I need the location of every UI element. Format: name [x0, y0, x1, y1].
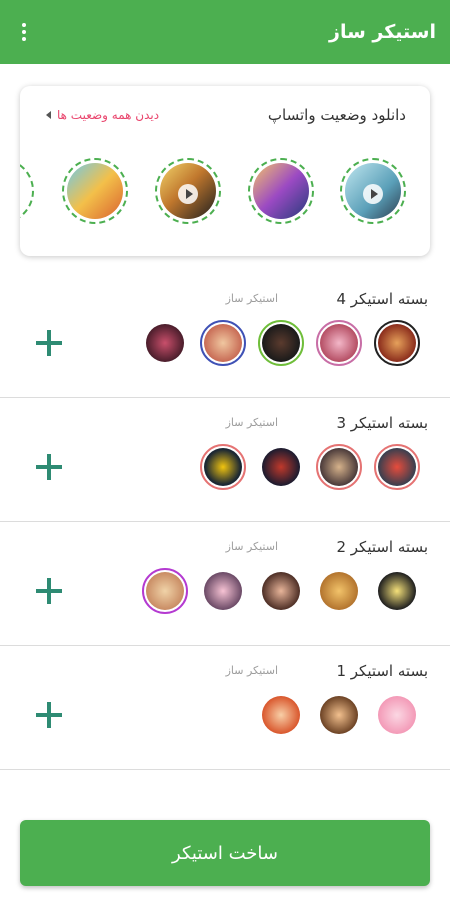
status-thumbnail[interactable]	[62, 158, 128, 224]
sticker-thumbnail	[200, 320, 246, 366]
pack-author: استیکر ساز	[225, 664, 278, 677]
pack-name: بسته استیکر 2	[336, 538, 428, 556]
sticker-thumbnail	[142, 320, 188, 366]
sticker-pack[interactable]: بسته استیکر 2 استیکر ساز	[0, 522, 450, 646]
status-thumbnail[interactable]	[155, 158, 221, 224]
sticker-thumbnail	[316, 692, 362, 738]
play-icon	[363, 183, 383, 204]
see-all-label: دیدن همه وضعیت ها	[57, 108, 160, 122]
play-icon	[178, 183, 198, 204]
pack-author: استیکر ساز	[225, 416, 278, 429]
sticker-thumbnail	[374, 568, 420, 614]
status-thumbnail[interactable]	[248, 158, 314, 224]
add-pack-icon[interactable]	[36, 702, 62, 728]
sticker-thumbnail	[374, 320, 420, 366]
pack-name: بسته استیکر 1	[336, 662, 428, 680]
pack-author: استیکر ساز	[225, 540, 278, 553]
add-pack-icon[interactable]	[36, 454, 62, 480]
sticker-thumbnail	[316, 320, 362, 366]
pack-author: استیکر ساز	[225, 292, 278, 305]
sticker-thumbnail	[142, 568, 188, 614]
arrow-left-icon	[46, 111, 51, 119]
app-title: استیکر ساز	[329, 21, 436, 43]
add-pack-icon[interactable]	[36, 578, 62, 604]
status-thumbnail[interactable]	[340, 158, 406, 224]
app-bar: استیکر ساز	[0, 0, 450, 64]
sticker-thumbnail	[316, 444, 362, 490]
sticker-thumbnail	[374, 692, 420, 738]
sticker-thumbnail	[374, 444, 420, 490]
sticker-thumbnail	[258, 444, 304, 490]
sticker-thumbnail	[316, 568, 362, 614]
sticker-pack[interactable]: بسته استیکر 4 استیکر ساز	[0, 274, 450, 398]
pack-name: بسته استیکر 4	[336, 290, 428, 308]
overflow-menu-icon[interactable]	[12, 20, 36, 44]
sticker-thumbnail	[258, 692, 304, 738]
create-sticker-button[interactable]: ساخت استیکر	[20, 820, 430, 886]
sticker-pack[interactable]: بسته استیکر 1 استیکر ساز	[0, 646, 450, 770]
sticker-pack[interactable]: بسته استیکر 3 استیکر ساز	[0, 398, 450, 522]
sticker-thumbnail	[258, 320, 304, 366]
sticker-thumbnail	[200, 444, 246, 490]
add-pack-icon[interactable]	[36, 330, 62, 356]
status-thumbnail-partial[interactable]	[20, 158, 34, 224]
pack-name: بسته استیکر 3	[336, 414, 428, 432]
whatsapp-status-card: دانلود وضعیت واتساپ دیدن همه وضعیت ها	[20, 86, 430, 256]
see-all-statuses-link[interactable]: دیدن همه وضعیت ها	[46, 108, 159, 122]
sticker-thumbnail	[200, 568, 246, 614]
sticker-thumbnail	[258, 568, 304, 614]
status-card-title: دانلود وضعیت واتساپ	[267, 106, 406, 124]
status-list[interactable]	[20, 158, 430, 226]
